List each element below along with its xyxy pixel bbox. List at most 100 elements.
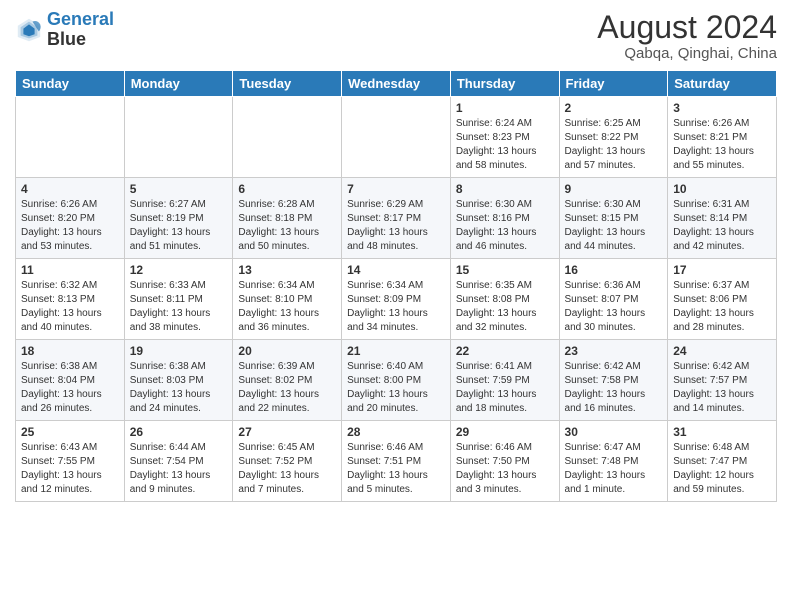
day-info: Sunrise: 6:41 AM Sunset: 7:59 PM Dayligh… xyxy=(456,360,554,416)
table-row: 29 Sunrise: 6:46 AM Sunset: 7:50 PM Dayli… xyxy=(450,421,559,502)
logo: General Blue xyxy=(15,10,114,50)
day-info: Sunrise: 6:26 AM Sunset: 8:20 PM Dayligh… xyxy=(21,198,119,254)
calendar-week-row: 25 Sunrise: 6:43 AM Sunset: 7:55 PM Dayli… xyxy=(16,421,777,502)
day-info: Sunrise: 6:24 AM Sunset: 8:23 PM Dayligh… xyxy=(456,117,554,173)
day-info: Sunrise: 6:25 AM Sunset: 8:22 PM Dayligh… xyxy=(565,117,663,173)
table-row: 23Sunrise: 6:42 AM Sunset: 7:58 PM Dayli… xyxy=(559,340,668,421)
day-number: 19 xyxy=(130,344,228,358)
table-row: 3 Sunrise: 6:26 AM Sunset: 8:21 PM Daylig… xyxy=(668,97,777,178)
day-number: 28 xyxy=(347,425,445,439)
day-info: Sunrise: 6:26 AM Sunset: 8:21 PM Dayligh… xyxy=(673,117,771,173)
day-info: Sunrise: 6:31 AM Sunset: 8:14 PM Dayligh… xyxy=(673,198,771,254)
table-row: 27 Sunrise: 6:45 AM Sunset: 7:52 PM Dayli… xyxy=(233,421,342,502)
table-row: 12Sunrise: 6:33 AM Sunset: 8:11 PM Dayli… xyxy=(124,259,233,340)
table-row: 5 Sunrise: 6:27 AM Sunset: 8:19 PM Daylig… xyxy=(124,178,233,259)
day-number: 31 xyxy=(673,425,771,439)
day-number: 27 xyxy=(238,425,336,439)
table-row: 30Sunrise: 6:47 AM Sunset: 7:48 PM Dayli… xyxy=(559,421,668,502)
table-row: 20 Sunrise: 6:39 AM Sunset: 8:02 PM Dayli… xyxy=(233,340,342,421)
day-number: 11 xyxy=(21,263,119,277)
table-row: 31 Sunrise: 6:48 AM Sunset: 7:47 PM Dayli… xyxy=(668,421,777,502)
calendar-week-row: 4 Sunrise: 6:26 AM Sunset: 8:20 PM Daylig… xyxy=(16,178,777,259)
day-info: Sunrise: 6:37 AM Sunset: 8:06 PM Dayligh… xyxy=(673,279,771,335)
day-info: Sunrise: 6:30 AM Sunset: 8:16 PM Dayligh… xyxy=(456,198,554,254)
day-number: 13 xyxy=(238,263,336,277)
day-number: 6 xyxy=(238,182,336,196)
day-number: 20 xyxy=(238,344,336,358)
table-row: 22 Sunrise: 6:41 AM Sunset: 7:59 PM Dayli… xyxy=(450,340,559,421)
day-number: 15 xyxy=(456,263,554,277)
day-info: Sunrise: 6:42 AM Sunset: 7:57 PM Dayligh… xyxy=(673,360,771,416)
table-row: 21Sunrise: 6:40 AM Sunset: 8:00 PM Dayli… xyxy=(342,340,451,421)
table-row: 9 Sunrise: 6:30 AM Sunset: 8:15 PM Daylig… xyxy=(559,178,668,259)
title-block: August 2024 Qabqa, Qinghai, China xyxy=(597,10,777,62)
day-number: 16 xyxy=(565,263,663,277)
table-row: 1 Sunrise: 6:24 AM Sunset: 8:23 PM Daylig… xyxy=(450,97,559,178)
day-info: Sunrise: 6:33 AM Sunset: 8:11 PM Dayligh… xyxy=(130,279,228,335)
day-info: Sunrise: 6:29 AM Sunset: 8:17 PM Dayligh… xyxy=(347,198,445,254)
day-info: Sunrise: 6:35 AM Sunset: 8:08 PM Dayligh… xyxy=(456,279,554,335)
page-container: General Blue August 2024 Qabqa, Qinghai,… xyxy=(0,0,792,612)
subtitle: Qabqa, Qinghai, China xyxy=(597,45,777,62)
day-info: Sunrise: 6:45 AM Sunset: 7:52 PM Dayligh… xyxy=(238,441,336,497)
day-number: 5 xyxy=(130,182,228,196)
day-number: 3 xyxy=(673,101,771,115)
table-row: 18 Sunrise: 6:38 AM Sunset: 8:04 PM Dayli… xyxy=(16,340,125,421)
calendar-table: Sunday Monday Tuesday Wednesday Thursday… xyxy=(15,70,777,502)
day-info: Sunrise: 6:39 AM Sunset: 8:02 PM Dayligh… xyxy=(238,360,336,416)
day-number: 1 xyxy=(456,101,554,115)
col-tuesday: Tuesday xyxy=(233,71,342,97)
table-row: 14 Sunrise: 6:34 AM Sunset: 8:09 PM Dayli… xyxy=(342,259,451,340)
day-number: 23 xyxy=(565,344,663,358)
table-row: 8Sunrise: 6:30 AM Sunset: 8:16 PM Daylig… xyxy=(450,178,559,259)
table-row: 24 Sunrise: 6:42 AM Sunset: 7:57 PM Dayli… xyxy=(668,340,777,421)
day-info: Sunrise: 6:48 AM Sunset: 7:47 PM Dayligh… xyxy=(673,441,771,497)
col-saturday: Saturday xyxy=(668,71,777,97)
col-sunday: Sunday xyxy=(16,71,125,97)
day-info: Sunrise: 6:47 AM Sunset: 7:48 PM Dayligh… xyxy=(565,441,663,497)
day-number: 22 xyxy=(456,344,554,358)
calendar-week-row: 18 Sunrise: 6:38 AM Sunset: 8:04 PM Dayli… xyxy=(16,340,777,421)
table-row xyxy=(233,97,342,178)
table-row: 17 Sunrise: 6:37 AM Sunset: 8:06 PM Dayli… xyxy=(668,259,777,340)
day-info: Sunrise: 6:27 AM Sunset: 8:19 PM Dayligh… xyxy=(130,198,228,254)
day-info: Sunrise: 6:44 AM Sunset: 7:54 PM Dayligh… xyxy=(130,441,228,497)
day-info: Sunrise: 6:34 AM Sunset: 8:09 PM Dayligh… xyxy=(347,279,445,335)
day-info: Sunrise: 6:36 AM Sunset: 8:07 PM Dayligh… xyxy=(565,279,663,335)
table-row: 13 Sunrise: 6:34 AM Sunset: 8:10 PM Dayli… xyxy=(233,259,342,340)
day-info: Sunrise: 6:40 AM Sunset: 8:00 PM Dayligh… xyxy=(347,360,445,416)
table-row: 10Sunrise: 6:31 AM Sunset: 8:14 PM Dayli… xyxy=(668,178,777,259)
logo-text: General Blue xyxy=(47,10,114,50)
day-info: Sunrise: 6:28 AM Sunset: 8:18 PM Dayligh… xyxy=(238,198,336,254)
day-number: 29 xyxy=(456,425,554,439)
table-row: 6 Sunrise: 6:28 AM Sunset: 8:18 PM Daylig… xyxy=(233,178,342,259)
col-thursday: Thursday xyxy=(450,71,559,97)
day-number: 4 xyxy=(21,182,119,196)
table-row xyxy=(124,97,233,178)
day-number: 17 xyxy=(673,263,771,277)
day-number: 18 xyxy=(21,344,119,358)
calendar-week-row: 11 Sunrise: 6:32 AM Sunset: 8:13 PM Dayli… xyxy=(16,259,777,340)
day-info: Sunrise: 6:32 AM Sunset: 8:13 PM Dayligh… xyxy=(21,279,119,335)
logo-icon xyxy=(15,16,43,44)
table-row: 28Sunrise: 6:46 AM Sunset: 7:51 PM Dayli… xyxy=(342,421,451,502)
day-number: 26 xyxy=(130,425,228,439)
day-info: Sunrise: 6:46 AM Sunset: 7:50 PM Dayligh… xyxy=(456,441,554,497)
table-row: 11 Sunrise: 6:32 AM Sunset: 8:13 PM Dayli… xyxy=(16,259,125,340)
day-info: Sunrise: 6:38 AM Sunset: 8:04 PM Dayligh… xyxy=(21,360,119,416)
col-wednesday: Wednesday xyxy=(342,71,451,97)
day-number: 9 xyxy=(565,182,663,196)
table-row: 26 Sunrise: 6:44 AM Sunset: 7:54 PM Dayli… xyxy=(124,421,233,502)
calendar-week-row: 1 Sunrise: 6:24 AM Sunset: 8:23 PM Daylig… xyxy=(16,97,777,178)
col-friday: Friday xyxy=(559,71,668,97)
calendar-header-row: Sunday Monday Tuesday Wednesday Thursday… xyxy=(16,71,777,97)
day-info: Sunrise: 6:30 AM Sunset: 8:15 PM Dayligh… xyxy=(565,198,663,254)
day-info: Sunrise: 6:34 AM Sunset: 8:10 PM Dayligh… xyxy=(238,279,336,335)
table-row: 7Sunrise: 6:29 AM Sunset: 8:17 PM Daylig… xyxy=(342,178,451,259)
day-number: 14 xyxy=(347,263,445,277)
table-row: 25 Sunrise: 6:43 AM Sunset: 7:55 PM Dayli… xyxy=(16,421,125,502)
day-info: Sunrise: 6:43 AM Sunset: 7:55 PM Dayligh… xyxy=(21,441,119,497)
day-number: 25 xyxy=(21,425,119,439)
day-number: 24 xyxy=(673,344,771,358)
day-info: Sunrise: 6:38 AM Sunset: 8:03 PM Dayligh… xyxy=(130,360,228,416)
